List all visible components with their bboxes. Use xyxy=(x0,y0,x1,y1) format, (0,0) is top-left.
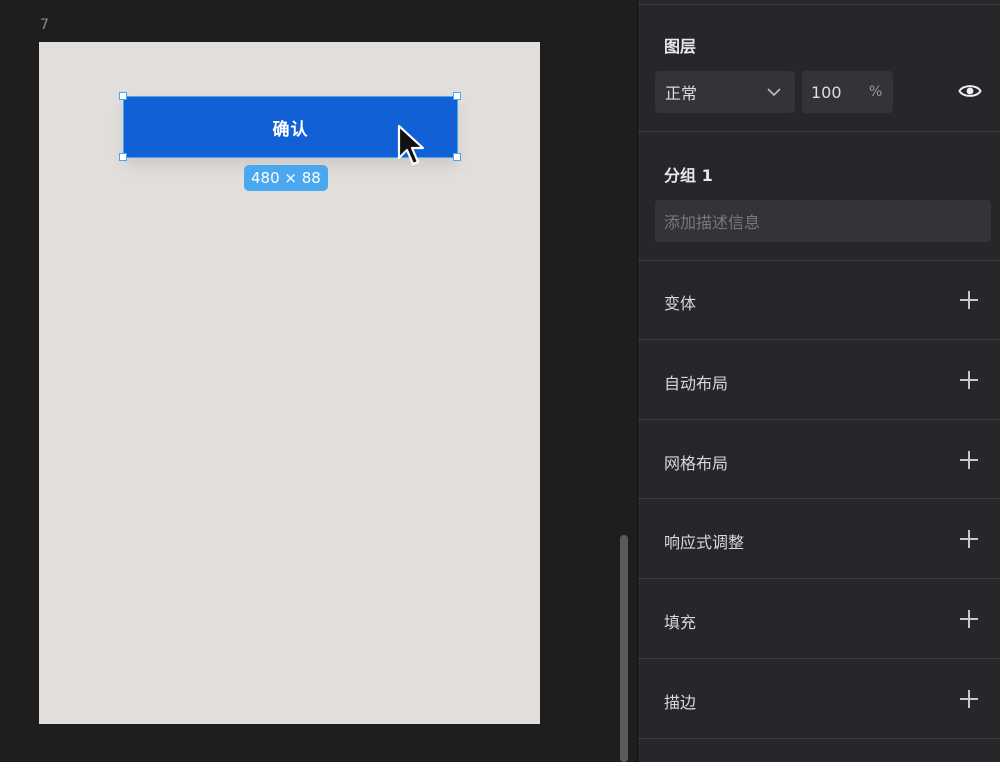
mouse-cursor-icon xyxy=(397,124,425,166)
opacity-value: 100 xyxy=(811,82,842,102)
resize-handle-top-right[interactable] xyxy=(453,92,461,100)
section-stroke-label: 描边 xyxy=(664,693,697,712)
resize-handle-bottom-right[interactable] xyxy=(453,153,461,161)
section-responsive-label: 响应式调整 xyxy=(664,533,745,552)
canvas-scrollbar-thumb[interactable] xyxy=(620,535,628,762)
section-divider xyxy=(638,339,1000,340)
resize-handle-top-left[interactable] xyxy=(119,92,127,100)
eye-icon[interactable] xyxy=(958,82,982,100)
opacity-unit: % xyxy=(869,84,883,100)
resize-handle-bottom-left[interactable] xyxy=(119,153,127,161)
section-fill-label: 填充 xyxy=(664,613,697,632)
section-divider xyxy=(638,498,1000,499)
blend-mode-value: 正常 xyxy=(665,84,698,103)
plus-icon[interactable] xyxy=(960,690,978,708)
section-divider xyxy=(638,738,1000,739)
plus-icon[interactable] xyxy=(960,371,978,389)
section-divider xyxy=(638,419,1000,420)
plus-icon[interactable] xyxy=(960,451,978,469)
panel-top-divider xyxy=(638,0,1000,5)
section-divider xyxy=(638,658,1000,659)
section-variants-label: 变体 xyxy=(664,294,697,313)
description-placeholder: 添加描述信息 xyxy=(664,213,761,232)
button-layer-text: 确认 xyxy=(272,119,309,140)
opacity-input[interactable]: 100 % xyxy=(802,71,893,113)
section-divider xyxy=(638,578,1000,579)
design-canvas[interactable]: 7 确认 480 × 88 xyxy=(0,0,636,762)
layer-section-title: 图层 xyxy=(664,37,697,56)
section-divider xyxy=(638,131,1000,132)
size-badge: 480 × 88 xyxy=(244,165,328,191)
section-grid-layout-label: 网格布局 xyxy=(664,454,729,473)
properties-panel: 图层 正常 100 % 分组 1 添加描述信息 变体 自动布局 网格布局 响应式… xyxy=(637,0,1000,762)
section-auto-layout-label: 自动布局 xyxy=(664,374,729,393)
blend-mode-select[interactable]: 正常 xyxy=(655,71,795,113)
plus-icon[interactable] xyxy=(960,610,978,628)
section-divider xyxy=(638,260,1000,261)
frame-label[interactable]: 7 xyxy=(40,17,49,33)
plus-icon[interactable] xyxy=(960,291,978,309)
description-input[interactable]: 添加描述信息 xyxy=(655,200,991,242)
group-section-title: 分组 1 xyxy=(664,166,713,185)
chevron-down-icon xyxy=(767,88,781,97)
plus-icon[interactable] xyxy=(960,530,978,548)
